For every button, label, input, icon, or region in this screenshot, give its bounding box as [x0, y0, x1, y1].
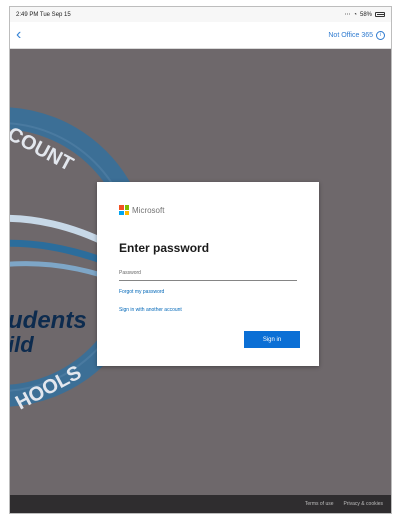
password-dialog: Microsoft Enter password Forgot my passw… [97, 182, 319, 366]
back-chevron-icon[interactable]: ‹ [16, 27, 21, 43]
info-icon[interactable]: i [376, 30, 385, 40]
not-office-link-group[interactable]: Not Office 365 i [328, 30, 385, 40]
ipad-screen: 2:49 PM Tue Sep 15 ⋯ ◔ 58% ‹ Not Office … [9, 6, 392, 514]
status-time: 2:49 PM Tue Sep 15 [16, 11, 71, 18]
microsoft-logo: Microsoft [119, 205, 164, 215]
sign-in-button[interactable]: Sign in [244, 331, 300, 348]
not-office-link[interactable]: Not Office 365 [328, 32, 373, 39]
battery-percent: 58% [359, 11, 372, 18]
wifi-icon: ◔ [353, 11, 357, 18]
other-account-link[interactable]: Sign in with another account [119, 307, 182, 313]
seal-text-students: udents [9, 307, 87, 334]
privacy-link[interactable]: Privacy & cookies [344, 501, 383, 507]
brand-name: Microsoft [132, 205, 165, 215]
battery-icon [375, 12, 385, 17]
browser-nav-bar: ‹ Not Office 365 i [10, 22, 391, 49]
forgot-password-link[interactable]: Forgot my password [119, 289, 164, 295]
dialog-title: Enter password [119, 241, 210, 255]
seal-text-build: ild [9, 332, 34, 357]
status-bar: 2:49 PM Tue Sep 15 ⋯ ◔ 58% [10, 7, 391, 22]
footer: Terms of use Privacy & cookies [10, 495, 391, 513]
status-icons: ⋯ ◔ 58% [344, 11, 385, 18]
signal-icon: ⋯ [344, 12, 351, 18]
terms-link[interactable]: Terms of use [305, 501, 334, 507]
password-input[interactable] [119, 265, 297, 281]
microsoft-logo-icon [119, 205, 129, 215]
